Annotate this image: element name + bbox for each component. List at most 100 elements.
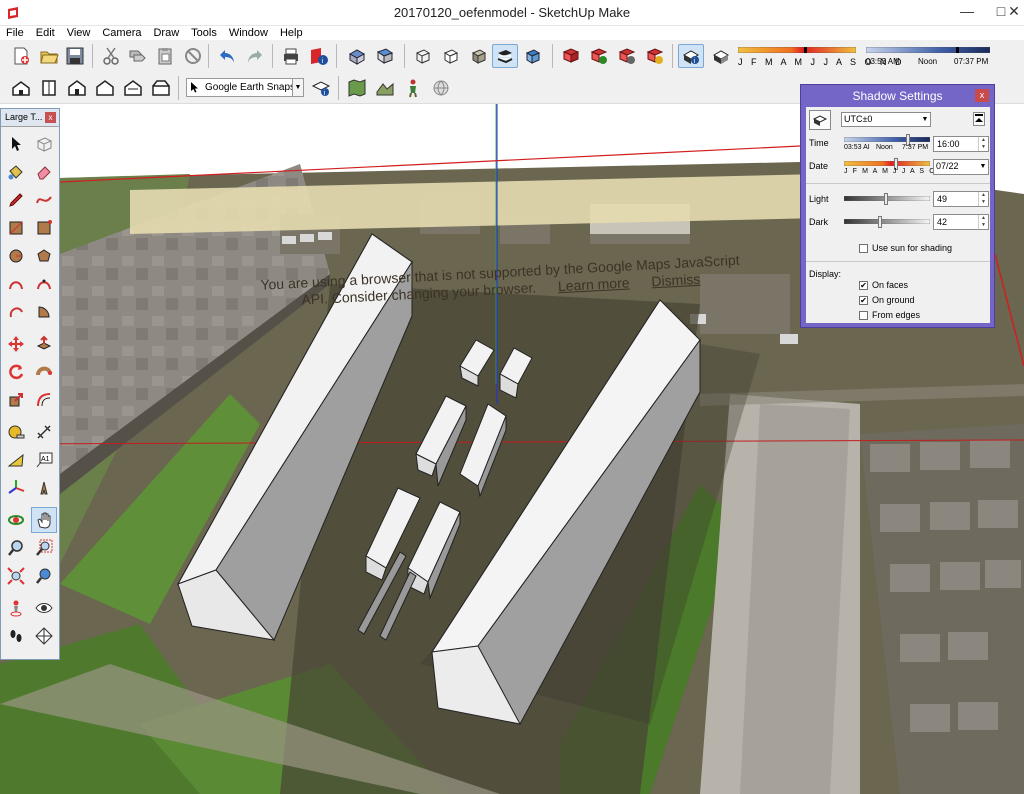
dismiss-link[interactable]: Dismiss [651, 271, 701, 290]
display-shadows-button[interactable] [708, 44, 734, 68]
on-ground-checkbox[interactable]: ✔ [859, 296, 868, 305]
dark-slider-thumb[interactable] [878, 216, 883, 228]
get-models-button[interactable] [558, 44, 584, 68]
shadow-date-slider[interactable]: J F M A M J J A S O N D [738, 45, 902, 67]
rotated-rectangle-tool[interactable] [31, 215, 57, 241]
light-slider[interactable] [844, 193, 930, 205]
tool-panel-close-button[interactable]: x [45, 112, 56, 123]
model-info-button[interactable]: i [306, 44, 332, 68]
rotate-tool[interactable] [3, 359, 29, 385]
position-camera-tool[interactable] [3, 595, 29, 621]
previous-view-tool[interactable] [31, 563, 57, 589]
share-model-button[interactable] [586, 44, 612, 68]
timezone-select[interactable]: UTC±0 ▼ [841, 112, 931, 127]
3d-text-tool[interactable] [31, 475, 57, 501]
polygon-tool[interactable] [31, 243, 57, 269]
right-view-button[interactable] [92, 76, 118, 100]
rectangle-tool[interactable] [3, 215, 29, 241]
scale-tool[interactable] [3, 387, 29, 413]
minimize-button[interactable]: — [950, 0, 984, 24]
shadow-settings-titlebar[interactable]: Shadow Settings x [801, 85, 994, 107]
menu-edit[interactable]: Edit [30, 26, 61, 40]
section-plane-tool[interactable] [31, 623, 57, 649]
push-pull-tool[interactable] [31, 331, 57, 357]
copy-button[interactable] [124, 44, 150, 68]
close-window-button[interactable]: ✕ [1004, 0, 1024, 24]
date-input[interactable]: 07/22 ▼ [933, 159, 989, 175]
view-iso-button[interactable] [344, 44, 370, 68]
iso-view-button[interactable] [8, 76, 34, 100]
walk-tool[interactable] [3, 623, 29, 649]
zoom-extents-tool[interactable] [3, 563, 29, 589]
google-earth-snapshot-select[interactable]: Google Earth Snapsl ▼ [186, 78, 304, 97]
select-tool[interactable] [3, 131, 29, 157]
add-location-button[interactable] [344, 76, 370, 100]
tool-panel-header[interactable]: Large T... x [1, 109, 59, 127]
save-button[interactable] [62, 44, 88, 68]
on-faces-checkbox[interactable]: ✔ [859, 281, 868, 290]
protractor-tool[interactable] [3, 447, 29, 473]
zoom-window-tool[interactable] [31, 535, 57, 561]
move-tool[interactable] [3, 331, 29, 357]
menu-tools[interactable]: Tools [185, 26, 223, 40]
left-view-button[interactable] [148, 76, 174, 100]
xray-style-button[interactable] [410, 44, 436, 68]
share-component-button[interactable] [614, 44, 640, 68]
shadow-settings-button[interactable]: i [678, 44, 704, 68]
hidden-line-style-button[interactable] [438, 44, 464, 68]
follow-me-tool[interactable] [31, 359, 57, 385]
zoom-tool[interactable] [3, 535, 29, 561]
paint-bucket-tool[interactable] [3, 159, 29, 185]
shaded-textures-style-button[interactable] [492, 44, 518, 68]
geo-location-info-button[interactable]: i [308, 76, 334, 100]
from-edges-checkbox[interactable] [859, 311, 868, 320]
erase-button[interactable] [180, 44, 206, 68]
dimension-tool[interactable] [31, 419, 57, 445]
paste-button[interactable] [152, 44, 178, 68]
shadow-settings-close-button[interactable]: x [975, 89, 989, 102]
tape-measure-tool[interactable] [3, 419, 29, 445]
photo-textures-button[interactable] [400, 76, 426, 100]
view-top-button[interactable] [372, 44, 398, 68]
preview-in-google-earth-button[interactable] [428, 76, 454, 100]
menu-help[interactable]: Help [274, 26, 309, 40]
monochrome-style-button[interactable] [520, 44, 546, 68]
redo-button[interactable] [242, 44, 268, 68]
menu-view[interactable]: View [61, 26, 97, 40]
back-view-button[interactable] [120, 76, 146, 100]
open-file-button[interactable] [36, 44, 62, 68]
time-input[interactable]: 16:00 ▲ ▼ [933, 136, 989, 152]
dark-slider[interactable] [844, 216, 930, 228]
spinner-arrows-icon[interactable]: ▲ ▼ [978, 215, 988, 229]
light-slider-thumb[interactable] [884, 193, 889, 205]
arc-tool[interactable] [3, 271, 29, 297]
collapse-details-button[interactable] [973, 112, 985, 126]
dark-input[interactable]: 42 ▲ ▼ [933, 214, 989, 230]
two-point-arc-tool[interactable] [31, 271, 57, 297]
undo-button[interactable] [214, 44, 240, 68]
freehand-tool[interactable] [31, 187, 57, 213]
shaded-style-button[interactable] [466, 44, 492, 68]
menu-file[interactable]: File [0, 26, 30, 40]
use-sun-checkbox[interactable] [859, 244, 868, 253]
new-file-button[interactable] [8, 44, 34, 68]
cut-button[interactable] [98, 44, 124, 68]
spinner-arrows-icon[interactable]: ▲ ▼ [978, 192, 988, 206]
shadows-toggle-button[interactable] [809, 110, 831, 130]
learn-more-link[interactable]: Learn more [558, 274, 630, 294]
pie-tool[interactable] [31, 299, 57, 325]
light-input[interactable]: 49 ▲ ▼ [933, 191, 989, 207]
top-view-button[interactable] [36, 76, 62, 100]
eraser-tool[interactable] [31, 159, 57, 185]
circle-tool[interactable] [3, 243, 29, 269]
toggle-terrain-button[interactable] [372, 76, 398, 100]
menu-window[interactable]: Window [223, 26, 274, 40]
make-component-tool[interactable] [31, 131, 57, 157]
menu-camera[interactable]: Camera [96, 26, 147, 40]
print-button[interactable] [278, 44, 304, 68]
pan-tool[interactable] [31, 507, 57, 533]
line-tool[interactable] [3, 187, 29, 213]
spinner-arrows-icon[interactable]: ▲ ▼ [978, 137, 988, 151]
extension-warehouse-button[interactable] [642, 44, 668, 68]
front-view-button[interactable] [64, 76, 90, 100]
